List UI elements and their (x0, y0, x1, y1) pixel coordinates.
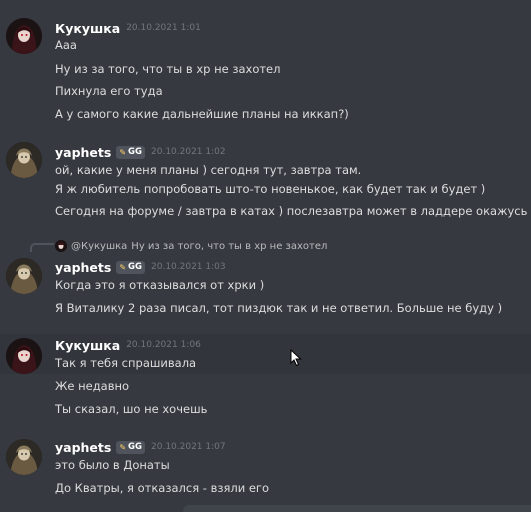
message-text: Ну из за того, что ты в хр не захотел (55, 62, 281, 76)
pencil-icon: ✎ (119, 442, 127, 452)
message-text: Же недавно (55, 379, 130, 393)
avatar[interactable] (6, 338, 42, 374)
message-text: Так я тебя спрашивала (55, 356, 197, 370)
message-group: Кукушка 20.10.2021 1:06 Так я тебя спраш… (0, 334, 531, 374)
reply-spine (30, 243, 54, 252)
timestamp: 20.10.2021 1:07 (151, 442, 226, 452)
avatar[interactable] (6, 258, 42, 294)
role-tag-label: GG (128, 262, 142, 272)
timestamp: 20.10.2021 1:01 (126, 23, 201, 33)
message-text: Сегодня на форуме / завтра в катах ) пос… (55, 204, 528, 218)
timestamp: 20.10.2021 1:03 (151, 262, 226, 272)
message-group: Кукушка 20.10.2021 1:01 Ааа Ну из за тог… (0, 10, 531, 130)
reply-preview[interactable]: @Кукушка Ну из за того, что ты в хр не з… (55, 239, 327, 253)
message-text: До Кватры, я отказался - взяли его (55, 481, 270, 495)
avatar[interactable] (6, 18, 42, 54)
message-group: yaphets ✎ GG 20.10.2021 1:07 это было в Д… (0, 434, 531, 504)
role-tag-label: GG (128, 442, 142, 452)
username[interactable]: yaphets (55, 440, 111, 455)
message-text: Когда это я отказывался от хрки ) (55, 278, 265, 292)
username[interactable]: Кукушка (55, 21, 120, 36)
message-text: Пихнула его туда (55, 84, 163, 98)
pencil-icon: ✎ (119, 262, 127, 272)
message-text: Ааа (55, 38, 77, 52)
mouse-cursor-icon (290, 348, 302, 371)
message-text: А у самого какие дальнейшие планы на икк… (55, 107, 349, 121)
role-tag-label: GG (128, 147, 142, 157)
message-input-edge (183, 505, 531, 512)
reply-text: Ну из за того, что ты в хр не захотел (131, 240, 328, 252)
avatar[interactable] (6, 142, 42, 178)
pencil-icon: ✎ (119, 147, 127, 157)
role-tag: ✎ GG (116, 440, 145, 454)
username[interactable]: yaphets (55, 145, 111, 160)
message-text: ой, какие у меня планы ) сегодня тут, за… (55, 163, 362, 177)
message-group: @Кукушка Ну из за того, что ты в хр не з… (0, 236, 531, 324)
avatar[interactable] (6, 439, 42, 475)
timestamp: 20.10.2021 1:02 (151, 147, 226, 157)
timestamp: 20.10.2021 1:06 (126, 340, 201, 350)
username[interactable]: Кукушка (55, 338, 120, 353)
message-text: Ты сказал, шо не хочешь (55, 402, 208, 416)
message-text: это было в Донаты (55, 458, 170, 472)
role-tag: ✎ GG (116, 260, 145, 274)
reply-author[interactable]: @Кукушка (71, 241, 127, 252)
message-text: Я Виталику 2 раза писал, тот пиздюк так … (55, 301, 503, 315)
role-tag: ✎ GG (116, 145, 145, 159)
avatar (55, 240, 67, 252)
message-group: yaphets ✎ GG 20.10.2021 1:02 ой, какие у … (0, 138, 531, 230)
message-text: Я ж любитель попробовать што-то новенько… (55, 182, 486, 196)
username[interactable]: yaphets (55, 260, 111, 275)
